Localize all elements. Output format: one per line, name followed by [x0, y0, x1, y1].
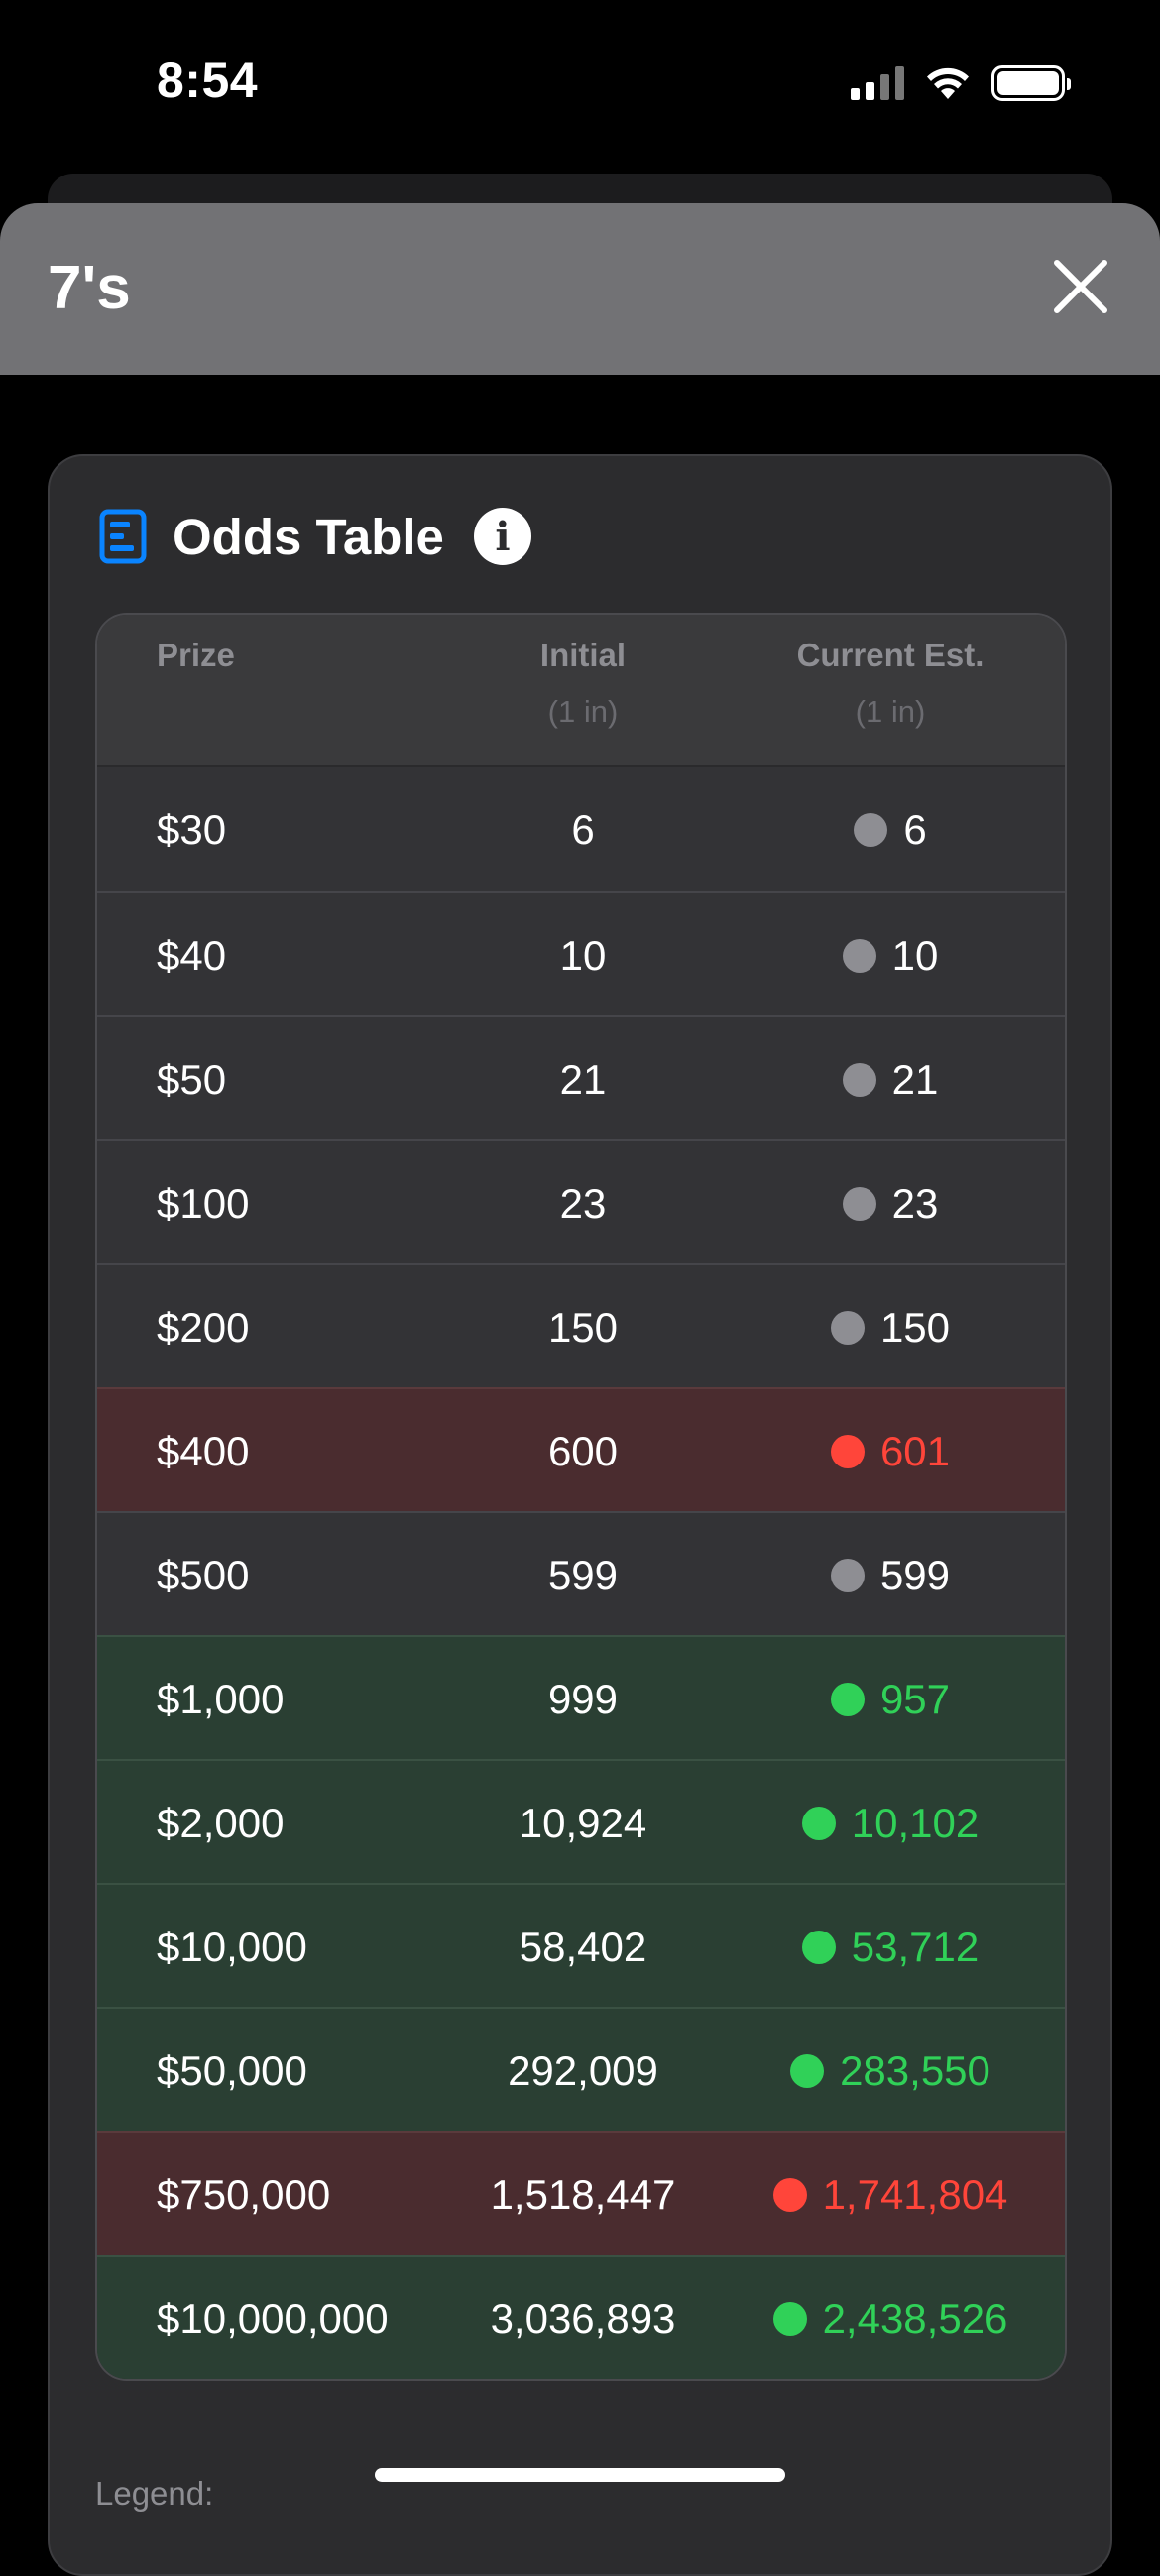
prize-cell: $30	[157, 806, 227, 853]
initial-odds-cell: 3,036,893	[490, 2295, 676, 2342]
status-dot-icon	[801, 1930, 836, 1964]
initial-odds-cell: 600	[547, 1428, 619, 1474]
current-odds-cell: 53,712	[752, 1885, 1029, 2009]
current-odds-cell: 2,438,526	[752, 2257, 1029, 2379]
status-dot-icon	[801, 1806, 836, 1840]
current-odds-cell: 957	[752, 1637, 1029, 1761]
prize-cell: $2,000	[157, 1800, 285, 1846]
header-initial: Initial (1 in)	[484, 637, 682, 730]
table-row: $10,000 58,402 53,712	[97, 1883, 1065, 2007]
initial-odds-cell: 150	[547, 1304, 619, 1350]
table-row: $100 23 23	[97, 1139, 1065, 1263]
sheet-header: 7's	[0, 203, 1160, 375]
table-row: $750,000 1,518,447 1,741,804	[97, 2131, 1065, 2255]
card-title: Odds Table	[173, 508, 444, 565]
table-row: $2,000 10,924 10,102	[97, 1759, 1065, 1883]
table-row: $500 599 599	[97, 1511, 1065, 1635]
prize-cell: $40	[157, 932, 227, 979]
header-prize: Prize	[157, 637, 235, 673]
table-body: $30 6 6 $40 10 10 $50 21 21 $100 23 23 $…	[97, 767, 1065, 2379]
initial-odds-cell: 1,518,447	[490, 2171, 676, 2218]
prize-cell: $750,000	[157, 2171, 331, 2218]
close-button[interactable]	[1049, 255, 1112, 318]
status-dot-icon	[854, 812, 888, 847]
current-odds-cell: 1,741,804	[752, 2133, 1029, 2257]
table-row: $50 21 21	[97, 1015, 1065, 1139]
status-dot-icon	[830, 1682, 865, 1716]
prize-cell: $10,000	[157, 1924, 307, 1970]
prize-cell: $1,000	[157, 1676, 285, 1722]
initial-odds-cell: 10	[559, 932, 607, 979]
current-odds-cell: 601	[752, 1389, 1029, 1513]
cellular-signal-icon	[851, 66, 904, 100]
status-dot-icon	[842, 938, 876, 973]
initial-odds-cell: 599	[547, 1552, 619, 1598]
current-odds-cell: 283,550	[752, 2009, 1029, 2133]
table-row: $40 10 10	[97, 891, 1065, 1015]
status-time: 8:54	[157, 53, 259, 108]
prize-cell: $500	[157, 1552, 250, 1598]
initial-odds-cell: 10,924	[519, 1800, 647, 1846]
table-row: $400 600 601	[97, 1387, 1065, 1511]
current-odds-cell: 150	[752, 1265, 1029, 1389]
table-icon	[99, 509, 147, 564]
status-dot-icon	[842, 1186, 876, 1221]
prize-cell: $10,000,000	[157, 2295, 389, 2342]
initial-odds-cell: 23	[559, 1180, 607, 1227]
card-header: Odds Table i	[99, 504, 531, 569]
sheet-title: 7's	[48, 254, 131, 322]
table-row: $30 6 6	[97, 767, 1065, 891]
current-odds-cell: 23	[752, 1141, 1029, 1265]
battery-icon	[991, 65, 1071, 101]
status-dot-icon	[772, 2301, 807, 2336]
initial-odds-cell: 6	[571, 806, 595, 853]
initial-odds-cell: 292,009	[508, 2048, 658, 2094]
close-icon	[1054, 260, 1107, 313]
current-odds-cell: 10,102	[752, 1761, 1029, 1885]
current-odds-cell: 10	[752, 893, 1029, 1017]
header-current-est: Current Est. (1 in)	[761, 637, 1019, 730]
table-row: $10,000,000 3,036,893 2,438,526	[97, 2255, 1065, 2379]
table-row: $50,000 292,009 283,550	[97, 2007, 1065, 2131]
home-indicator[interactable]	[375, 2468, 785, 2482]
initial-odds-cell: 999	[547, 1676, 619, 1722]
table-row: $1,000 999 957	[97, 1635, 1065, 1759]
prize-cell: $50,000	[157, 2048, 307, 2094]
status-dot-icon	[842, 1062, 876, 1097]
wifi-icon	[927, 67, 969, 99]
odds-table: Prize Initial (1 in) Current Est. (1 in)…	[95, 613, 1067, 2381]
status-dot-icon	[830, 1558, 865, 1592]
status-icons	[851, 61, 1071, 105]
initial-odds-cell: 58,402	[519, 1924, 647, 1970]
info-button[interactable]: i	[473, 508, 531, 565]
prize-cell: $100	[157, 1180, 250, 1227]
legend-label: Legend:	[95, 2475, 214, 2512]
info-icon: i	[495, 513, 511, 560]
status-dot-icon	[790, 2053, 825, 2088]
current-odds-cell: 21	[752, 1017, 1029, 1141]
prize-cell: $200	[157, 1304, 250, 1350]
current-odds-cell: 6	[752, 767, 1029, 891]
status-bar: 8:54	[0, 0, 1160, 169]
current-odds-cell: 599	[752, 1513, 1029, 1637]
odds-table-card: Odds Table i Prize Initial (1 in) Curren…	[48, 454, 1112, 2576]
status-dot-icon	[772, 2177, 807, 2212]
initial-odds-cell: 21	[559, 1056, 607, 1103]
prize-cell: $50	[157, 1056, 227, 1103]
table-header: Prize Initial (1 in) Current Est. (1 in)	[97, 615, 1065, 767]
status-dot-icon	[830, 1310, 865, 1345]
status-dot-icon	[830, 1434, 865, 1468]
header-current-sub: (1 in)	[855, 694, 926, 729]
table-row: $200 150 150	[97, 1263, 1065, 1387]
prize-cell: $400	[157, 1428, 250, 1474]
header-initial-sub: (1 in)	[547, 694, 619, 729]
